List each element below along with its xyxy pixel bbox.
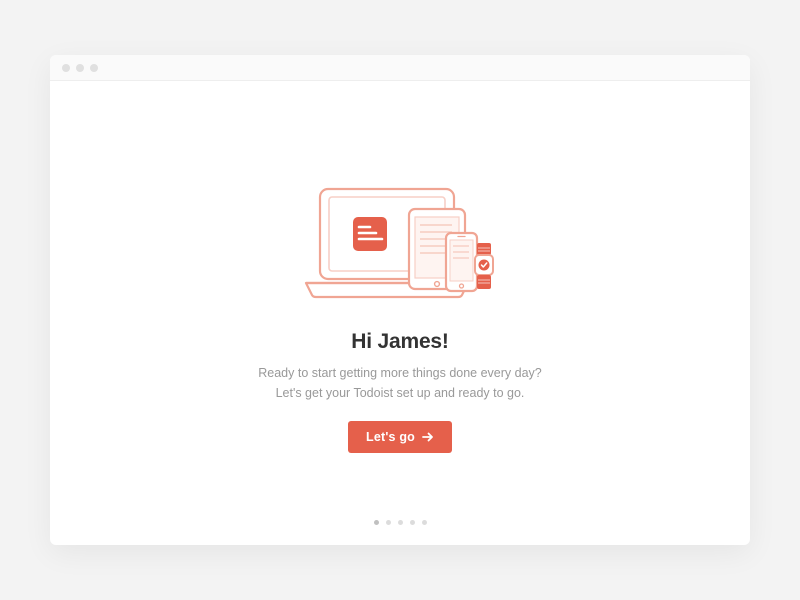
subtitle-line-1: Ready to start getting more things done …	[258, 366, 542, 380]
arrow-right-icon	[422, 432, 434, 442]
devices-icon	[300, 183, 500, 309]
onboarding-subtitle: Ready to start getting more things done …	[258, 364, 542, 403]
pager-dot-4[interactable]	[410, 520, 415, 525]
cta-label: Let's go	[366, 430, 415, 444]
onboarding-content: Hi James! Ready to start getting more th…	[50, 81, 750, 545]
pager-dot-3[interactable]	[398, 520, 403, 525]
pager-dot-2[interactable]	[386, 520, 391, 525]
pager-dot-1[interactable]	[374, 520, 379, 525]
onboarding-pager	[50, 520, 750, 525]
window-close-dot[interactable]	[62, 64, 70, 72]
window-minimize-dot[interactable]	[76, 64, 84, 72]
lets-go-button[interactable]: Let's go	[348, 421, 452, 453]
window-titlebar	[50, 55, 750, 81]
pager-dot-5[interactable]	[422, 520, 427, 525]
subtitle-line-2: Let's get your Todoist set up and ready …	[276, 386, 525, 400]
devices-illustration	[300, 183, 500, 314]
onboarding-greeting: Hi James!	[351, 330, 448, 354]
window-maximize-dot[interactable]	[90, 64, 98, 72]
browser-window: Hi James! Ready to start getting more th…	[50, 55, 750, 545]
